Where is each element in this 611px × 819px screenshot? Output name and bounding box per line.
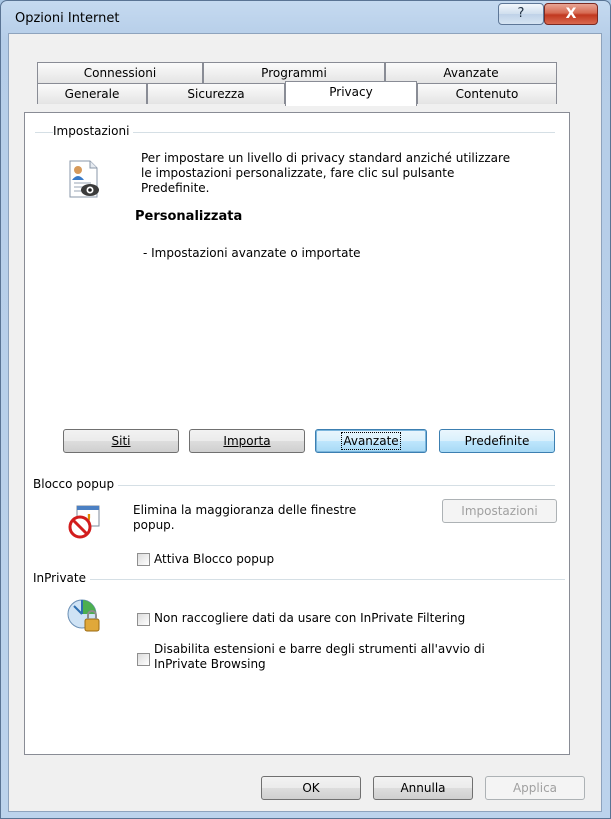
- predefinite-button-label: Predefinite: [464, 434, 530, 448]
- disable-extensions-label-line: InPrivate Browsing: [154, 657, 266, 671]
- tab-privacy[interactable]: Privacy: [285, 81, 417, 106]
- attiva-blocco-popup-label[interactable]: Attiva Blocco popup: [154, 552, 274, 567]
- help-button[interactable]: ?: [498, 3, 544, 25]
- window-title: Opzioni Internet: [15, 11, 120, 26]
- privacy-settings-icon: [67, 159, 101, 199]
- siti-button-label: Siti: [111, 434, 131, 448]
- popup-group-label: Blocco popup: [33, 477, 119, 491]
- tab-programmi[interactable]: Programmi: [203, 62, 385, 83]
- ok-button-label: OK: [302, 781, 320, 795]
- ok-button[interactable]: OK: [261, 776, 361, 800]
- attiva-blocco-popup-checkbox[interactable]: [137, 553, 150, 566]
- importa-button-label: Importa: [223, 434, 271, 448]
- inprivate-group-line: [35, 579, 565, 580]
- tab-avanzate[interactable]: Avanzate: [385, 62, 557, 83]
- avanzate-button-label: Avanzate: [341, 432, 401, 450]
- privacy-level-title: Personalizzata: [135, 209, 243, 224]
- annulla-button-label: Annulla: [400, 781, 446, 795]
- tab-generale[interactable]: Generale: [37, 83, 147, 104]
- inprivate-icon: [65, 597, 103, 635]
- inprivate-filtering-label[interactable]: Non raccogliere dati da usare con InPriv…: [154, 611, 465, 626]
- popup-description-line: popup.: [133, 518, 175, 532]
- applica-button[interactable]: Applica: [485, 776, 585, 800]
- importa-button[interactable]: Importa: [189, 429, 305, 453]
- privacy-tab-panel: Impostazioni Per impostare un livello di…: [24, 112, 570, 755]
- impostazioni-description-line: Predefinite.: [141, 181, 210, 195]
- close-button[interactable]: X: [544, 3, 598, 25]
- popup-description: Elimina la maggioranza delle finestre po…: [133, 503, 356, 533]
- inprivate-group-label: InPrivate: [33, 571, 90, 585]
- disable-extensions-checkbox[interactable]: [137, 653, 150, 666]
- tab-connessioni[interactable]: Connessioni: [37, 62, 203, 83]
- applica-button-label: Applica: [512, 781, 558, 795]
- disable-extensions-label-line: Disabilita estensioni e barre degli stru…: [154, 642, 485, 656]
- impostazioni-description-line: le impostazioni personalizzate, fare cli…: [141, 166, 455, 180]
- privacy-level-detail: - Impostazioni avanzate o importate: [143, 246, 361, 260]
- title-bar[interactable]: Opzioni Internet ? X: [1, 1, 610, 35]
- popup-settings-button-label: Impostazioni: [461, 504, 538, 518]
- disable-extensions-label[interactable]: Disabilita estensioni e barre degli stru…: [154, 642, 485, 672]
- tab-sicurezza[interactable]: Sicurezza: [147, 83, 285, 104]
- impostazioni-group-label: Impostazioni: [53, 124, 134, 138]
- impostazioni-description: Per impostare un livello di privacy stan…: [141, 151, 561, 196]
- tab-contenuto[interactable]: Contenuto: [417, 83, 557, 104]
- popup-blocker-icon: !: [67, 504, 103, 540]
- inprivate-filtering-checkbox[interactable]: [137, 613, 150, 626]
- popup-settings-button[interactable]: Impostazioni: [442, 499, 557, 523]
- siti-button[interactable]: Siti: [63, 429, 179, 453]
- avanzate-button[interactable]: Avanzate: [315, 429, 427, 453]
- annulla-button[interactable]: Annulla: [373, 776, 473, 800]
- popup-description-line: Elimina la maggioranza delle finestre: [133, 503, 357, 517]
- predefinite-button[interactable]: Predefinite: [439, 429, 555, 453]
- impostazioni-description-line: Per impostare un livello di privacy stan…: [141, 151, 511, 165]
